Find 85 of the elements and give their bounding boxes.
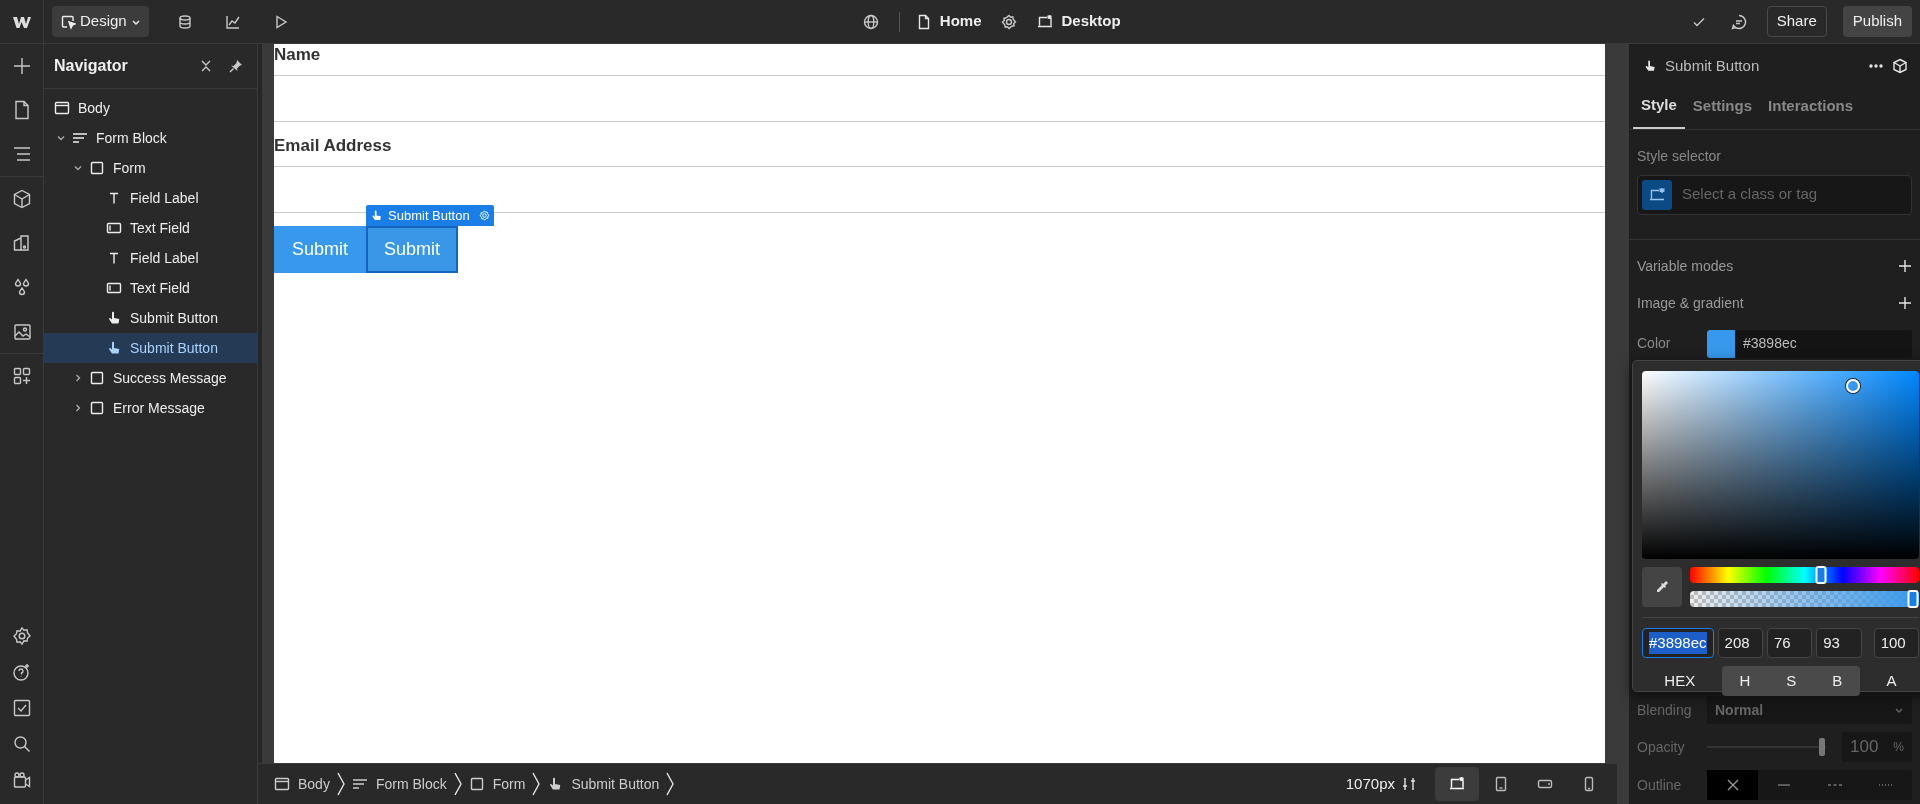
- slider-thumb[interactable]: [1815, 566, 1826, 584]
- navigator-item[interactable]: Body: [44, 93, 257, 123]
- opacity-slider-thumb[interactable]: [1819, 738, 1826, 756]
- hue-slider[interactable]: [1690, 567, 1919, 583]
- window-icon: [274, 776, 290, 792]
- panel-tab[interactable]: Settings: [1684, 88, 1761, 129]
- hand-pointer-icon: [1643, 59, 1657, 73]
- page-name[interactable]: Home: [939, 10, 982, 33]
- add-icon[interactable]: [1898, 296, 1912, 310]
- property-label: Color: [1637, 334, 1672, 353]
- color-mode-option[interactable]: A: [1864, 666, 1919, 696]
- breadcrumb-item[interactable]: Submit Button: [541, 773, 666, 795]
- field-icon: [106, 220, 122, 236]
- field-label: Name: [274, 44, 322, 66]
- breakpoint-icon: [1037, 13, 1054, 30]
- property-label: Outline: [1637, 775, 1683, 795]
- style-selector[interactable]: Select a class or tag: [1637, 174, 1912, 215]
- breakpoint-name[interactable]: Desktop: [1061, 10, 1121, 33]
- navigator-item[interactable]: Form Block: [44, 123, 257, 153]
- panel-tab[interactable]: Interactions: [1760, 88, 1862, 129]
- property-label: Blending: [1637, 700, 1693, 720]
- class-input-field[interactable]: Select a class or tag: [1680, 182, 1907, 207]
- alpha-slider[interactable]: [1690, 591, 1919, 607]
- breadcrumb-item[interactable]: Body: [268, 773, 336, 795]
- field-icon: [106, 280, 122, 296]
- square-icon: [468, 776, 485, 792]
- element-name: Submit Button: [1665, 55, 1761, 76]
- lines-icon: [351, 776, 368, 792]
- class-icon: [1642, 179, 1672, 210]
- selection-tag[interactable]: Submit Button: [366, 205, 494, 226]
- color-value-field[interactable]: 208: [1717, 628, 1763, 658]
- hand-pointer-icon: [106, 310, 122, 326]
- navigator-item[interactable]: Text Field: [44, 273, 257, 303]
- color-value-field[interactable]: 100: [1873, 628, 1919, 658]
- color-mode-option[interactable]: HEX: [1642, 666, 1718, 696]
- panel-title: Navigator: [54, 56, 129, 76]
- cursor-icon: [60, 13, 76, 30]
- navigator-item[interactable]: Error Message: [44, 393, 257, 423]
- hand-pointer-icon: [370, 209, 384, 222]
- navigator-item[interactable]: Success Message: [44, 363, 257, 393]
- canvas-width[interactable]: 1070px: [1345, 772, 1395, 796]
- saturation-area[interactable]: [1642, 371, 1919, 559]
- text-field[interactable]: [274, 75, 1605, 122]
- color-mode-option[interactable]: B: [1814, 666, 1861, 696]
- color-value-field[interactable]: 76: [1766, 628, 1813, 658]
- chevron-separator-icon: [665, 772, 676, 796]
- navigator-item[interactable]: Submit Button: [44, 333, 257, 363]
- chevron-separator-icon: [452, 772, 463, 796]
- navigator-item[interactable]: Field Label: [44, 243, 257, 273]
- navigator-item[interactable]: Form: [44, 153, 257, 183]
- breadcrumb-item[interactable]: Form Block: [345, 773, 453, 795]
- section-label: Style selector: [1637, 146, 1723, 166]
- color-mode-option[interactable]: S: [1768, 666, 1815, 696]
- cube-plus-icon[interactable]: [1892, 58, 1908, 74]
- window-icon: [54, 100, 70, 116]
- color-mode-option[interactable]: H: [1721, 666, 1769, 696]
- field-label: Email Address: [274, 135, 393, 157]
- panel-tab[interactable]: Style: [1633, 88, 1685, 129]
- text-field[interactable]: [274, 166, 1605, 213]
- lines-icon: [72, 130, 88, 146]
- desktop-icon[interactable]: [1435, 767, 1479, 801]
- square-icon: [89, 160, 105, 176]
- color-value-field[interactable]: #3898ec: [1642, 628, 1714, 658]
- share-button[interactable]: Share: [1766, 6, 1827, 37]
- breadcrumb-item[interactable]: Form: [462, 773, 532, 795]
- mode-button[interactable]: Design: [52, 6, 149, 37]
- section-title: Image & gradient: [1637, 293, 1745, 313]
- slider-thumb[interactable]: [1907, 590, 1919, 608]
- hand-pointer-icon: [106, 340, 122, 356]
- square-icon: [89, 400, 105, 416]
- color-field[interactable]: #3898ec: [1707, 329, 1912, 358]
- picker-handle[interactable]: [1845, 378, 1860, 393]
- section-title: Variable modes: [1637, 256, 1735, 276]
- navigator-item[interactable]: Text Field: [44, 213, 257, 243]
- property-label: Opacity: [1637, 737, 1686, 757]
- adjust-icon[interactable]: [1401, 776, 1417, 792]
- chevron-separator-icon: [531, 772, 542, 796]
- navigator-item[interactable]: Field Label: [44, 183, 257, 213]
- add-icon[interactable]: [1898, 259, 1912, 273]
- chevron-separator-icon: [335, 772, 346, 796]
- square-icon: [89, 370, 105, 386]
- eyedropper-icon[interactable]: [1642, 567, 1682, 607]
- publish-button[interactable]: Publish: [1842, 6, 1912, 37]
- color-value-field[interactable]: 93: [1816, 628, 1862, 658]
- navigator-item[interactable]: Submit Button: [44, 303, 257, 333]
